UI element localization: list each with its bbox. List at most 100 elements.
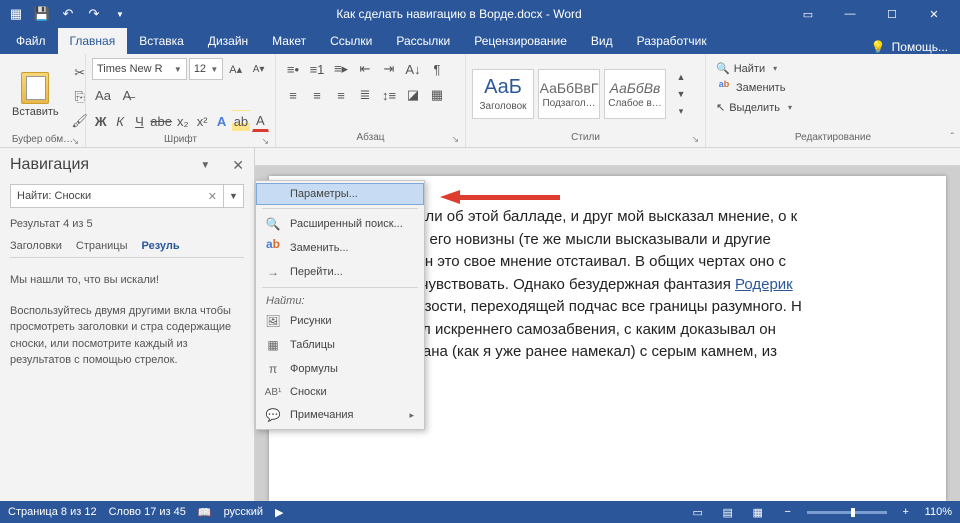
styles-launcher-icon[interactable]: ↘ (691, 134, 699, 145)
tab-design[interactable]: Дизайн (196, 28, 260, 54)
tab-references[interactable]: Ссылки (318, 28, 384, 54)
text-effects-icon[interactable]: A (213, 110, 230, 132)
zoom-in-icon[interactable]: + (895, 503, 917, 521)
undo-icon[interactable]: ↶ (58, 4, 78, 24)
styles-down-icon[interactable]: ▼ (670, 86, 692, 102)
status-language[interactable]: русский (224, 506, 263, 518)
increase-indent-icon[interactable]: ⇥ (378, 58, 400, 80)
minimize-icon[interactable]: — (830, 0, 870, 28)
menu-item-graphics[interactable]: 🖼 Рисунки (256, 309, 424, 333)
zoom-slider[interactable] (807, 511, 887, 514)
tab-insert[interactable]: Вставка (127, 28, 196, 54)
superscript-button[interactable]: x² (194, 110, 211, 132)
tab-file[interactable]: Файл (4, 28, 58, 54)
select-button[interactable]: ↖Выделить▾ (712, 99, 954, 116)
word-icon[interactable]: ▦ (6, 4, 26, 24)
replace-icon: ab (716, 81, 732, 95)
nav-tab-results[interactable]: Резуль (142, 240, 180, 252)
align-right-icon[interactable]: ≡ (330, 84, 352, 106)
sort-icon[interactable]: A↓ (402, 58, 424, 80)
nav-pane-close-icon[interactable]: ✕ (232, 157, 244, 174)
align-left-icon[interactable]: ≡ (282, 84, 304, 106)
qat-customize-icon[interactable]: ▼ (110, 4, 130, 24)
font-size-select[interactable]: 12▼ (189, 58, 224, 80)
doc-hyperlink[interactable]: Родерик (735, 276, 793, 293)
redo-icon[interactable]: ↷ (84, 4, 104, 24)
close-window-icon[interactable]: ✕ (914, 0, 954, 28)
italic-button[interactable]: К (111, 110, 128, 132)
line-spacing-icon[interactable]: ↕≡ (378, 84, 400, 106)
paste-button[interactable]: Вставить (6, 58, 65, 132)
tab-layout[interactable]: Макет (260, 28, 318, 54)
styles-up-icon[interactable]: ▲ (670, 69, 692, 85)
tab-review[interactable]: Рецензирование (462, 28, 579, 54)
underline-button[interactable]: Ч (131, 110, 148, 132)
font-family-select[interactable]: Times New R▼ (92, 58, 187, 80)
numbering-icon[interactable]: ≡1 (306, 58, 328, 80)
maximize-icon[interactable]: ☐ (872, 0, 912, 28)
clipboard-launcher-icon[interactable]: ↘ (71, 136, 79, 147)
bullets-icon[interactable]: ≡• (282, 58, 304, 80)
multilevel-icon[interactable]: ≡▸ (330, 58, 352, 80)
decrease-indent-icon[interactable]: ⇤ (354, 58, 376, 80)
style-subheading[interactable]: АаБбВвГ Подзагол… (538, 69, 600, 119)
save-icon[interactable]: 💾 (32, 4, 52, 24)
menu-item-advanced-find[interactable]: 🔍 Расширенный поиск... (256, 212, 424, 236)
collapse-ribbon-icon[interactable]: ˆ (951, 132, 954, 143)
align-center-icon[interactable]: ≡ (306, 84, 328, 106)
image-icon: 🖼 (264, 314, 282, 328)
justify-icon[interactable]: ≣ (354, 84, 376, 106)
comment-icon: 💬 (264, 408, 282, 422)
show-marks-icon[interactable]: ¶ (426, 58, 448, 80)
menu-item-formulas[interactable]: π Формулы (256, 357, 424, 381)
style-subtle[interactable]: АаБбВв Слабое в… (604, 69, 666, 119)
subscript-button[interactable]: x₂ (174, 110, 191, 132)
menu-item-options[interactable]: Параметры... (256, 183, 424, 205)
style-heading[interactable]: АаБ Заголовок (472, 69, 534, 119)
navigation-search-input[interactable]: Найти: Сноски ✕ (10, 184, 224, 208)
tab-view[interactable]: Вид (579, 28, 625, 54)
borders-icon[interactable]: ▦ (426, 84, 448, 106)
nav-tab-pages[interactable]: Страницы (76, 240, 128, 252)
font-launcher-icon[interactable]: ↘ (261, 136, 269, 147)
tab-home[interactable]: Главная (58, 28, 128, 54)
zoom-out-icon[interactable]: − (777, 503, 799, 521)
bold-button[interactable]: Ж (92, 110, 109, 132)
search-clear-icon[interactable]: ✕ (208, 190, 217, 203)
grow-font-icon[interactable]: A▴ (225, 58, 246, 80)
status-page[interactable]: Страница 8 из 12 (8, 506, 97, 518)
menu-item-replace[interactable]: ab Заменить... (256, 236, 424, 260)
ruler[interactable] (255, 148, 960, 166)
find-button[interactable]: 🔍Найти▾ (712, 60, 954, 77)
select-icon: ↖ (716, 101, 725, 114)
highlight-icon[interactable]: ab (232, 110, 249, 132)
paragraph-launcher-icon[interactable]: ↘ (451, 134, 459, 145)
menu-item-footnotes[interactable]: AB¹ Сноски (256, 381, 424, 403)
tell-me[interactable]: Помощь... (892, 40, 948, 54)
navigation-hint-text: Воспользуйтесь двумя другими вкла чтобы … (10, 303, 244, 369)
replace-button[interactable]: abЗаменить (712, 79, 954, 97)
clear-format-icon[interactable]: A̶ (116, 84, 138, 106)
view-read-icon[interactable]: ▭ (687, 503, 709, 521)
styles-more-icon[interactable]: ▾ (670, 103, 692, 119)
shrink-font-icon[interactable]: A▾ (248, 58, 269, 80)
menu-item-goto[interactable]: → Перейти... (256, 260, 424, 284)
view-print-icon[interactable]: ▤ (717, 503, 739, 521)
font-color-icon[interactable]: A (252, 110, 269, 132)
tab-developer[interactable]: Разработчик (625, 28, 719, 54)
view-web-icon[interactable]: ▦ (747, 503, 769, 521)
tab-mailings[interactable]: Рассылки (384, 28, 462, 54)
strikethrough-button[interactable]: abe (150, 110, 172, 132)
status-macros-icon[interactable]: ▶ (275, 506, 283, 519)
search-options-icon[interactable]: ▼ (224, 184, 244, 208)
status-spellcheck-icon[interactable]: 📖 (198, 506, 212, 519)
menu-item-comments[interactable]: 💬 Примечания ▸ (256, 403, 424, 427)
nav-tab-headings[interactable]: Заголовки (10, 240, 62, 252)
nav-pane-dropdown-icon[interactable]: ▼ (200, 160, 210, 171)
status-words[interactable]: Слово 17 из 45 (109, 506, 186, 518)
ribbon-display-icon[interactable]: ▭ (788, 0, 828, 28)
shading-icon[interactable]: ◪ (402, 84, 424, 106)
menu-item-tables[interactable]: ▦ Таблицы (256, 333, 424, 357)
change-case-icon[interactable]: Aa (92, 84, 114, 106)
zoom-level[interactable]: 110% (925, 506, 952, 518)
